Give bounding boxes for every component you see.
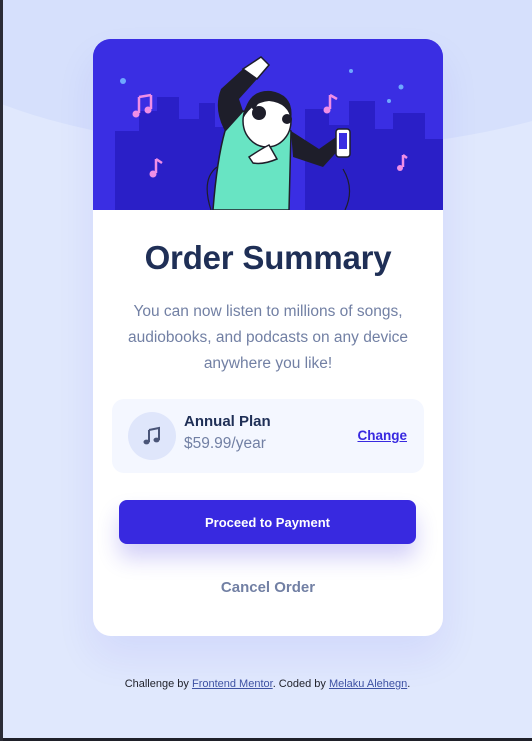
plan-price: $59.99/year — [184, 435, 266, 452]
page-title: Order Summary — [144, 239, 392, 276]
footer-suffix: . — [407, 678, 411, 690]
footer-prefix: Challenge by — [124, 678, 192, 690]
attribution-footer: Challenge by Frontend Mentor. Coded by M… — [3, 678, 532, 690]
music-note-icon — [128, 412, 176, 460]
author-link[interactable]: Melaku Alehegn — [329, 678, 407, 690]
footer-middle: . Coded by — [272, 678, 329, 690]
proceed-to-payment-button[interactable]: Proceed to Payment — [119, 500, 416, 544]
order-description: You can now listen to millions of songs,… — [127, 303, 409, 372]
plan-panel: Annual Plan $59.99/year Change — [112, 399, 424, 473]
change-plan-link[interactable]: Change — [357, 428, 407, 443]
order-summary-card: Order Summary You can now listen to mill… — [93, 39, 443, 636]
cancel-order-button[interactable]: Cancel Order — [93, 579, 443, 596]
plan-name: Annual Plan — [184, 413, 271, 430]
hero-illustration — [93, 39, 443, 210]
frontend-mentor-link[interactable]: Frontend Mentor — [192, 678, 273, 690]
page-background: Order Summary You can now listen to mill… — [3, 0, 532, 738]
